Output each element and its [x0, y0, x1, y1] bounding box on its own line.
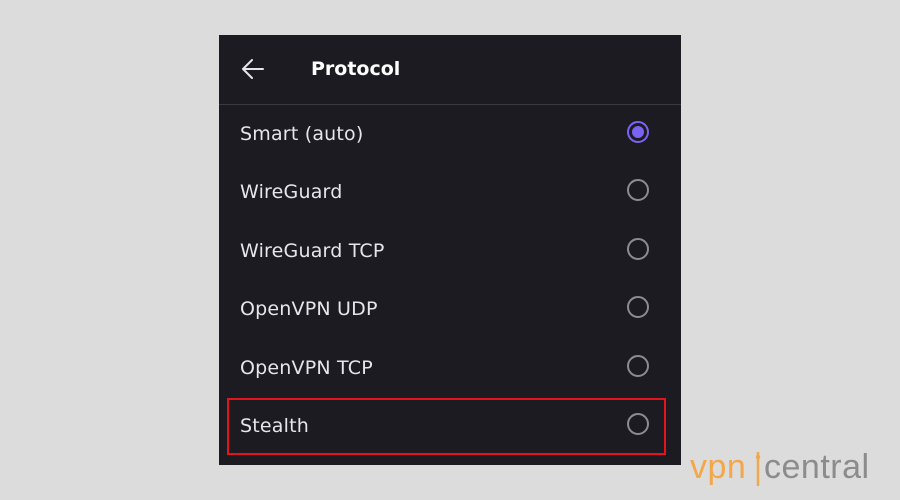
radio-unselected-icon[interactable] [627, 238, 649, 260]
back-arrow-icon[interactable] [239, 55, 269, 83]
radio-unselected-icon[interactable] [627, 179, 649, 201]
header-bar: Protocol [219, 35, 681, 105]
protocol-option-smart-auto[interactable]: Smart (auto) [219, 105, 681, 163]
protocol-settings-screen: Protocol Smart (auto) WireGuard WireGuar… [219, 35, 681, 465]
vpncentral-logo: vpn central [690, 446, 895, 494]
svg-text:vpn: vpn [690, 448, 746, 486]
protocol-label: Smart (auto) [240, 123, 364, 145]
protocol-option-wireguard-tcp[interactable]: WireGuard TCP [219, 222, 681, 280]
protocol-option-wireguard[interactable]: WireGuard [219, 163, 681, 221]
protocol-label: OpenVPN TCP [240, 357, 373, 379]
protocol-option-openvpn-udp[interactable]: OpenVPN UDP [219, 280, 681, 338]
protocol-option-stealth[interactable]: Stealth [219, 397, 681, 455]
protocol-option-openvpn-tcp[interactable]: OpenVPN TCP [219, 339, 681, 397]
radio-selected-icon[interactable] [627, 121, 649, 143]
radio-unselected-icon[interactable] [627, 296, 649, 318]
protocol-label: WireGuard [240, 181, 343, 203]
page-title: Protocol [311, 58, 401, 80]
protocol-label: WireGuard TCP [240, 240, 385, 262]
protocol-label: OpenVPN UDP [240, 298, 378, 320]
radio-unselected-icon[interactable] [627, 413, 649, 435]
svg-text:central: central [764, 448, 870, 486]
protocol-label: Stealth [240, 415, 310, 437]
radio-unselected-icon[interactable] [627, 355, 649, 377]
